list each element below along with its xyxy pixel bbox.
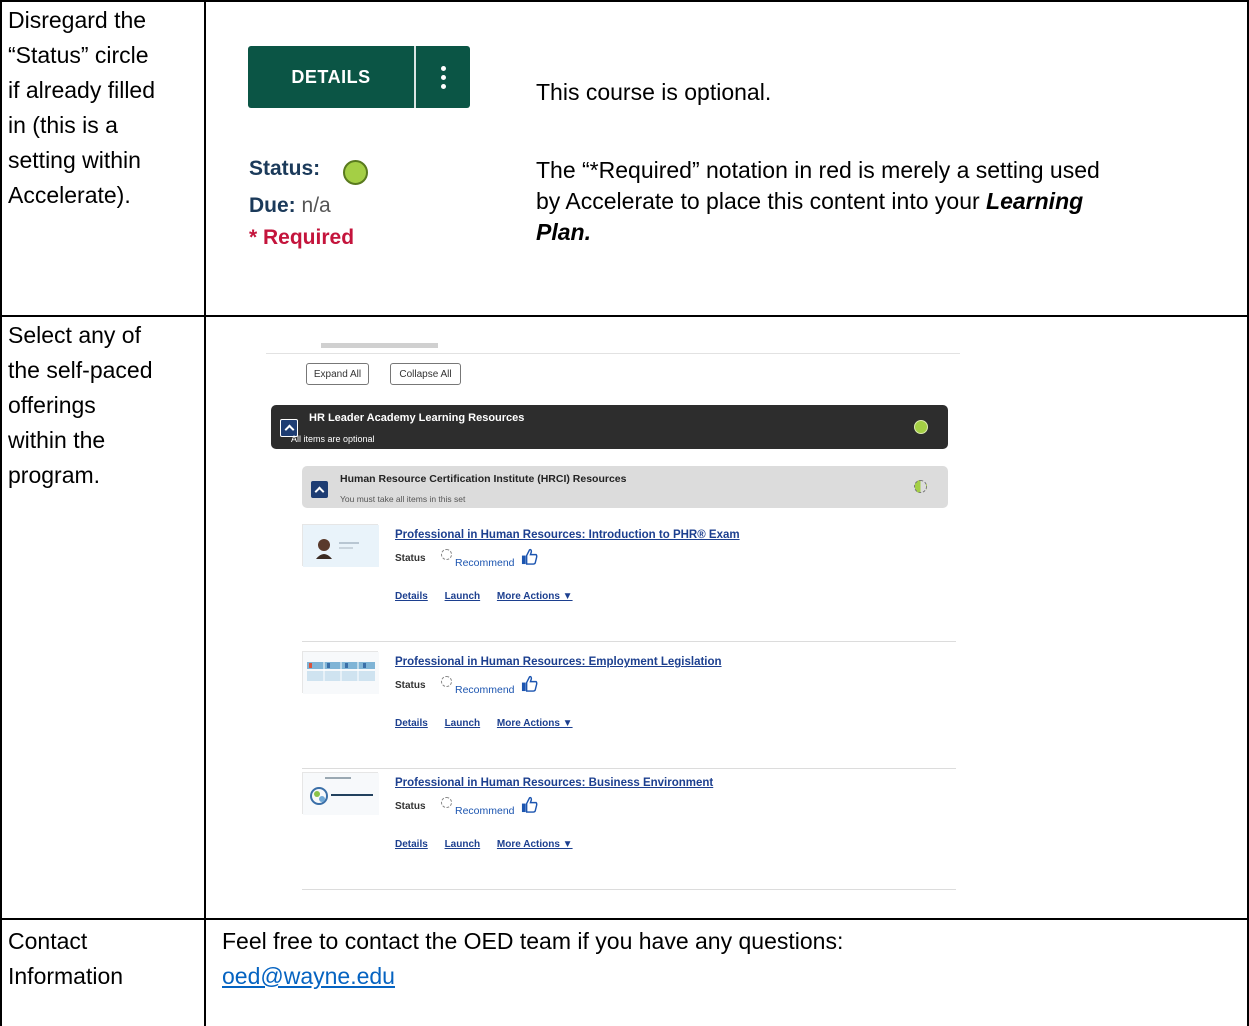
- status-circle-icon: [343, 160, 368, 185]
- course-title-link[interactable]: Professional in Human Resources: Busines…: [395, 777, 713, 789]
- recommend-link[interactable]: Recommend: [455, 805, 515, 817]
- course-title-link[interactable]: Professional in Human Resources: Introdu…: [395, 529, 740, 541]
- program-header[interactable]: HR Leader Academy Learning Resources All…: [271, 405, 948, 449]
- more-actions-link[interactable]: More Actions ▼: [497, 591, 573, 602]
- launch-link[interactable]: Launch: [445, 839, 481, 850]
- course-thumbnail[interactable]: [302, 772, 379, 815]
- details-button-image: DETAILS: [248, 46, 470, 108]
- row2-line: Select any of: [8, 322, 141, 348]
- row1-line: “Status” circle: [8, 42, 149, 68]
- course-separator: [302, 889, 956, 890]
- thumbs-up-icon[interactable]: [521, 796, 538, 813]
- course-actions: Details Launch More Actions ▼: [395, 718, 587, 729]
- course-status-label: Status: [395, 801, 426, 812]
- due-label: Due:: [249, 194, 296, 217]
- status-half-icon: [914, 480, 927, 493]
- course-actions: Details Launch More Actions ▼: [395, 591, 587, 602]
- row2-line: offerings: [8, 392, 96, 418]
- table-column-divider: [204, 0, 206, 1026]
- contact-heading-line: Information: [8, 963, 124, 989]
- row1-line: Accelerate).: [8, 182, 131, 208]
- course-thumbnail[interactable]: [302, 524, 379, 567]
- course-status-label: Status: [395, 680, 426, 691]
- row1-line: Disregard the: [8, 7, 147, 33]
- chevron-up-icon[interactable]: [311, 481, 328, 498]
- status-empty-icon: [441, 676, 452, 687]
- table-border-top: [0, 0, 1249, 2]
- launch-link[interactable]: Launch: [445, 591, 481, 602]
- row2-line: program.: [8, 462, 101, 488]
- program-screenshot: Expand All Collapse All HR Leader Academ…: [266, 343, 960, 891]
- more-actions-link[interactable]: More Actions ▼: [497, 718, 573, 729]
- course-thumbnail[interactable]: [302, 651, 379, 694]
- scroll-indicator: [321, 343, 438, 348]
- recommend-link[interactable]: Recommend: [455, 684, 515, 696]
- recommend-link[interactable]: Recommend: [455, 557, 515, 569]
- set-header[interactable]: Human Resource Certification Institute (…: [302, 466, 948, 508]
- course-separator: [302, 641, 956, 642]
- row2-line: within the: [8, 427, 106, 453]
- status-empty-icon: [441, 797, 452, 808]
- required-label: * Required: [249, 226, 355, 249]
- kebab-vertical-icon: [416, 65, 470, 89]
- details-link[interactable]: Details: [395, 718, 428, 729]
- optional-text: This course is optional.: [536, 79, 772, 105]
- course-item: Professional in Human Resources: Employm…: [302, 646, 956, 769]
- row1-line: in (this is a: [8, 112, 118, 138]
- details-button-label: DETAILS: [291, 66, 371, 87]
- contact-email-link[interactable]: oed@wayne.edu: [222, 961, 395, 991]
- button-separator: [414, 46, 416, 108]
- course-actions: Details Launch More Actions ▼: [395, 839, 587, 850]
- contact-text: Feel free to contact the OED team if you…: [222, 928, 844, 954]
- program-title: HR Leader Academy Learning Resources: [309, 412, 525, 424]
- set-subtitle: You must take all items in this set: [340, 494, 466, 504]
- required-note-line-3: Plan.: [536, 217, 591, 248]
- top-separator: [266, 353, 960, 354]
- row2-line: the self-paced: [8, 357, 153, 383]
- status-complete-icon: [914, 420, 928, 434]
- status-label: Status:: [249, 157, 321, 180]
- program-subtitle: All items are optional: [291, 434, 375, 444]
- instruction-table: Disregard the “Status” circle if already…: [0, 0, 1249, 1026]
- plan-emphasis: Plan.: [536, 219, 591, 245]
- due-value: n/a: [301, 194, 331, 217]
- table-border-left: [0, 0, 2, 1026]
- set-title: Human Resource Certification Institute (…: [340, 473, 627, 485]
- thumbs-up-icon[interactable]: [521, 548, 538, 565]
- row1-line: if already filled: [8, 77, 156, 103]
- contact-heading-line: Contact: [8, 928, 88, 954]
- due-line: Due: n/a: [249, 194, 331, 218]
- learning-plan-emphasis: Learning: [986, 188, 1084, 214]
- course-title-link[interactable]: Professional in Human Resources: Employm…: [395, 656, 722, 668]
- required-note-line-2: by Accelerate to place this content into…: [536, 186, 1083, 217]
- collapse-all-button[interactable]: Collapse All: [390, 363, 461, 385]
- required-note-line: The “*Required” notation in red is merel…: [536, 157, 1100, 183]
- thumbs-up-icon[interactable]: [521, 675, 538, 692]
- expand-all-button[interactable]: Expand All: [306, 363, 369, 385]
- course-item: Professional in Human Resources: Busines…: [302, 767, 956, 890]
- details-link[interactable]: Details: [395, 839, 428, 850]
- status-empty-icon: [441, 549, 452, 560]
- row1-line: setting within: [8, 147, 141, 173]
- row-divider-1: [0, 315, 1249, 317]
- required-note-text: by Accelerate to place this content into…: [536, 188, 980, 214]
- more-actions-link[interactable]: More Actions ▼: [497, 839, 573, 850]
- details-link[interactable]: Details: [395, 591, 428, 602]
- course-status-label: Status: [395, 553, 426, 564]
- launch-link[interactable]: Launch: [445, 718, 481, 729]
- row-divider-2: [0, 918, 1249, 920]
- course-item: Professional in Human Resources: Introdu…: [302, 519, 956, 642]
